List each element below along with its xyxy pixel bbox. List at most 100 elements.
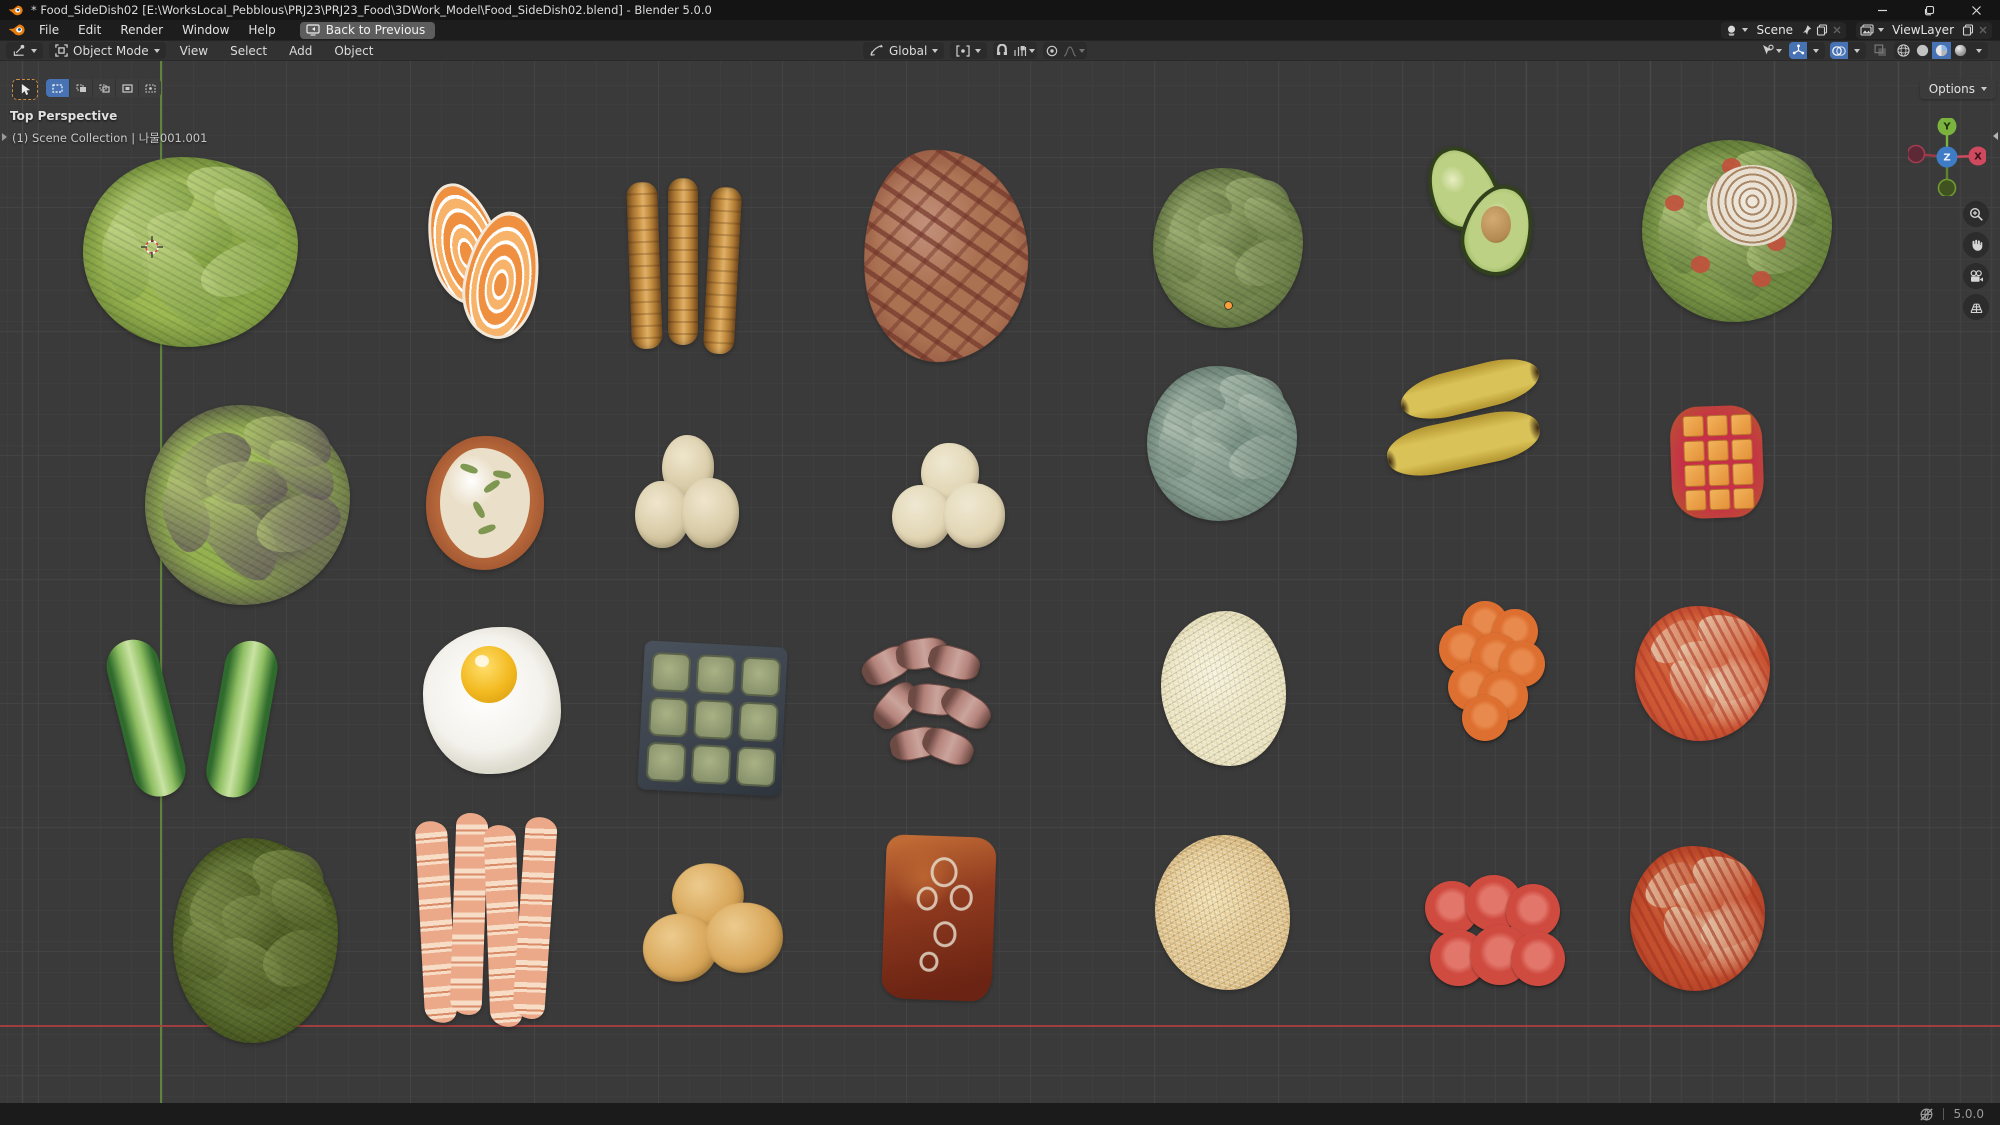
- gizmo-negative-x-axis[interactable]: [1908, 146, 1925, 163]
- select-box-tool-button[interactable]: [12, 79, 38, 100]
- chevron-down-icon[interactable]: [1878, 28, 1884, 32]
- minimize-button[interactable]: [1859, 0, 1906, 20]
- select-mode-subtract-button[interactable]: [92, 79, 115, 97]
- camera-view-button[interactable]: [1963, 263, 1989, 289]
- rendered-sphere-icon: [1953, 43, 1968, 58]
- pan-button[interactable]: [1963, 232, 1989, 258]
- shading-material-button[interactable]: [1932, 42, 1951, 59]
- blue-green-namul[interactable]: [1147, 366, 1297, 521]
- menu-object[interactable]: Object: [326, 43, 381, 59]
- fried-egg[interactable]: [422, 625, 562, 775]
- salmon-steak[interactable]: [427, 182, 547, 342]
- fried-wontons[interactable]: [628, 848, 795, 1003]
- sweet-potato-slices[interactable]: [890, 438, 1010, 563]
- mode-dropdown[interactable]: Object Mode: [49, 42, 166, 59]
- ravioli-tray[interactable]: [631, 637, 794, 800]
- status-separator: [1943, 1108, 1944, 1120]
- show-overlays-toggle[interactable]: [1830, 42, 1848, 59]
- sidebar-collapse-arrow[interactable]: [1990, 125, 2000, 147]
- menu-view[interactable]: View: [172, 43, 216, 59]
- options-button[interactable]: Options: [1920, 79, 1996, 99]
- editor-type-button[interactable]: [6, 42, 43, 59]
- proportional-falloff-dropdown[interactable]: [1061, 42, 1087, 59]
- blender-menu-icon[interactable]: [8, 23, 25, 37]
- menu-select[interactable]: Select: [222, 43, 275, 59]
- steamed-dumplings[interactable]: [633, 430, 743, 565]
- chopped-herb-pile[interactable]: [173, 838, 338, 1043]
- gizmo-dropdown[interactable]: [1807, 42, 1825, 59]
- xray-toggle[interactable]: [1871, 42, 1889, 59]
- grilled-steak[interactable]: [852, 141, 1038, 369]
- pivot-point-dropdown[interactable]: [950, 42, 987, 59]
- header-right: [1758, 41, 1988, 60]
- tool-settings-row: [12, 79, 161, 100]
- navigation-gizmo[interactable]: Y X Z: [1908, 118, 1986, 196]
- transform-orientation-dropdown[interactable]: Global: [863, 42, 944, 59]
- spring-rolls[interactable]: [624, 178, 742, 358]
- snap-to-dropdown[interactable]: [1011, 42, 1037, 59]
- chevron-down-icon[interactable]: [1742, 28, 1748, 32]
- chevron-down-icon: [31, 49, 37, 53]
- menu-render[interactable]: Render: [111, 22, 172, 38]
- menu-edit[interactable]: Edit: [69, 22, 110, 38]
- select-mode-set-button[interactable]: [46, 79, 69, 97]
- kimchi-ball[interactable]: [1635, 606, 1770, 741]
- select-mode-extend-button[interactable]: [69, 79, 92, 97]
- menu-window[interactable]: Window: [173, 22, 238, 38]
- green-leaf-lettuce[interactable]: [83, 157, 298, 347]
- zoom-button[interactable]: [1963, 201, 1989, 227]
- select-mode-invert-button[interactable]: [115, 79, 138, 97]
- chevron-left-icon: [1993, 132, 1998, 140]
- new-viewlayer-icon[interactable]: [1962, 24, 1974, 36]
- chevron-down-icon: [932, 49, 938, 53]
- shading-dropdown[interactable]: [1970, 42, 1988, 59]
- bacon-strips[interactable]: [420, 813, 555, 1028]
- viewlayer-name[interactable]: ViewLayer: [1888, 23, 1958, 37]
- braised-tofu-cubes[interactable]: [1669, 404, 1765, 519]
- menu-file[interactable]: File: [30, 22, 68, 38]
- braised-ribs[interactable]: [873, 831, 1004, 1005]
- show-gizmo-toggle[interactable]: [1789, 42, 1807, 59]
- shading-solid-button[interactable]: [1913, 42, 1932, 59]
- back-to-previous-button[interactable]: Back to Previous: [300, 22, 436, 39]
- camera-icon: [1969, 270, 1984, 283]
- close-button[interactable]: [1953, 0, 2000, 20]
- menu-help[interactable]: Help: [239, 22, 284, 38]
- bananas[interactable]: [1386, 356, 1551, 501]
- viewport-editor-icon: [12, 44, 26, 57]
- gizmo-icon: [1792, 44, 1805, 57]
- viewport-3d[interactable]: Top Perspective (1) Scene Collection | 나…: [0, 61, 2000, 1103]
- shading-rendered-button[interactable]: [1951, 42, 1970, 59]
- proportional-editing-toggle[interactable]: [1043, 42, 1061, 59]
- network-offline-icon: [1919, 1107, 1934, 1122]
- pin-icon[interactable]: [1801, 24, 1812, 36]
- cucumber-halves[interactable]: [123, 636, 298, 801]
- tomato-slices[interactable]: [1425, 875, 1560, 990]
- shading-wireframe-button[interactable]: [1894, 42, 1913, 59]
- overlays-dropdown[interactable]: [1848, 42, 1866, 59]
- kimchi-pile[interactable]: [1630, 846, 1765, 991]
- seasoned-sprout-salad[interactable]: [1155, 835, 1290, 990]
- salad-with-dressing[interactable]: [1642, 140, 1832, 322]
- maximize-button[interactable]: [1906, 0, 1953, 20]
- shading-group: [1894, 42, 1988, 59]
- bean-sprouts[interactable]: [1161, 611, 1286, 766]
- select-mode-intersect-button[interactable]: [138, 79, 161, 97]
- viewlayer-icon: [1860, 24, 1874, 37]
- red-leaf-lettuce[interactable]: [145, 405, 350, 605]
- potato-salad-toast[interactable]: [423, 431, 548, 576]
- close-icon: [1971, 5, 1982, 16]
- carrot-slices[interactable]: [1430, 601, 1545, 736]
- falloff-curve-icon: [1063, 45, 1077, 57]
- new-scene-icon[interactable]: [1816, 24, 1828, 36]
- sliced-sausage[interactable]: [853, 635, 998, 790]
- selectability-visibility-dropdown[interactable]: [1758, 42, 1784, 59]
- scene-name[interactable]: Scene: [1752, 23, 1797, 37]
- material-sphere-icon: [1934, 43, 1949, 58]
- perspective-toggle-button[interactable]: [1963, 294, 1989, 320]
- avocado-halves[interactable]: [1421, 142, 1546, 282]
- menu-add[interactable]: Add: [281, 43, 320, 59]
- snap-toggle[interactable]: [993, 42, 1011, 59]
- expand-arrow-icon[interactable]: [2, 133, 7, 141]
- gizmo-negative-y-axis[interactable]: [1939, 180, 1956, 197]
